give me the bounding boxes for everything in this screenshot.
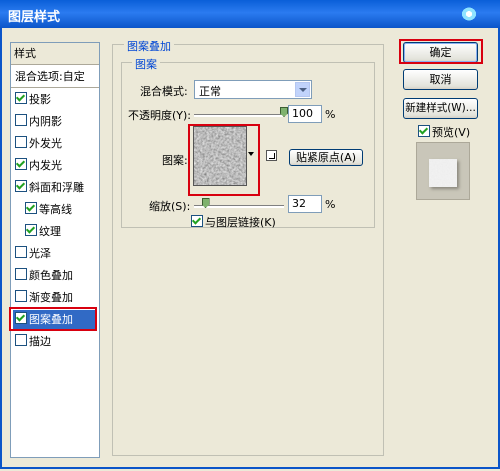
checkbox-icon[interactable] bbox=[15, 246, 27, 258]
style-item-label: 投影 bbox=[29, 93, 51, 106]
style-item-label: 外发光 bbox=[29, 137, 62, 150]
link-layer-option[interactable]: 与图层链接(K) bbox=[191, 214, 276, 230]
link-layer-checkbox[interactable] bbox=[191, 215, 203, 227]
style-item-texture[interactable]: 纹理 bbox=[25, 222, 97, 242]
styles-list: 样式 混合选项:自定 投影 内阴影 外发光 内发光 斜面和浮雕 等高线 纹理 光… bbox=[10, 42, 100, 458]
style-item-label: 光泽 bbox=[29, 247, 51, 260]
style-item-inner-shadow[interactable]: 内阴影 bbox=[15, 112, 97, 132]
style-item-label: 纹理 bbox=[39, 225, 61, 238]
checkbox-icon[interactable] bbox=[15, 136, 27, 148]
window-title: 图层样式 bbox=[8, 10, 61, 25]
style-item-satin[interactable]: 光泽 bbox=[15, 244, 97, 264]
scale-input[interactable]: 32 bbox=[288, 195, 322, 213]
checkbox-icon[interactable] bbox=[25, 202, 37, 214]
scale-percent: % bbox=[325, 198, 336, 211]
highlight-box-pattern-overlay bbox=[9, 307, 97, 331]
group-title: 图案叠加 bbox=[124, 38, 174, 54]
blend-mode-value: 正常 bbox=[199, 85, 221, 98]
blend-mode-label: 混合模式: bbox=[140, 85, 188, 98]
styles-header: 样式 bbox=[11, 43, 99, 65]
chevron-down-icon[interactable] bbox=[295, 82, 310, 97]
checkbox-icon[interactable] bbox=[15, 92, 27, 104]
highlight-box-pattern bbox=[188, 124, 260, 196]
new-preset-icon[interactable] bbox=[266, 150, 277, 161]
style-item-inner-glow[interactable]: 内发光 bbox=[15, 156, 97, 176]
style-item-label: 渐变叠加 bbox=[29, 291, 73, 304]
style-item-label: 颜色叠加 bbox=[29, 269, 73, 282]
style-item-label: 内发光 bbox=[29, 159, 62, 172]
preview-checkbox[interactable] bbox=[418, 125, 430, 137]
style-preview bbox=[416, 142, 470, 200]
link-layer-label: 与图层链接(K) bbox=[205, 216, 276, 229]
snap-origin-button[interactable]: 贴紧原点(A) bbox=[289, 149, 363, 166]
checkbox-icon[interactable] bbox=[15, 114, 27, 126]
checkbox-icon[interactable] bbox=[15, 268, 27, 280]
style-item-label: 等高线 bbox=[39, 203, 72, 216]
checkbox-icon[interactable] bbox=[15, 290, 27, 302]
style-item-color-overlay[interactable]: 颜色叠加 bbox=[15, 266, 97, 286]
title-bar[interactable]: 图层样式 bbox=[0, 0, 500, 28]
style-item-label: 描边 bbox=[29, 335, 51, 348]
opacity-slider[interactable] bbox=[194, 114, 284, 117]
scale-label: 缩放(S): bbox=[149, 200, 191, 213]
preview-label: 预览(V) bbox=[432, 126, 471, 139]
checkbox-icon[interactable] bbox=[15, 158, 27, 170]
preview-thumbnail bbox=[429, 159, 457, 187]
blend-options-item[interactable]: 混合选项:自定 bbox=[15, 67, 97, 87]
style-item-contour[interactable]: 等高线 bbox=[25, 200, 97, 220]
preview-option[interactable]: 预览(V) bbox=[418, 124, 470, 140]
opacity-percent: % bbox=[325, 108, 336, 121]
new-style-button[interactable]: 新建样式(W)... bbox=[403, 98, 478, 119]
blend-mode-select[interactable]: 正常 bbox=[194, 80, 312, 99]
style-item-label: 斜面和浮雕 bbox=[29, 181, 84, 194]
opacity-input[interactable]: 100 bbox=[288, 105, 322, 123]
style-item-gradient-overlay[interactable]: 渐变叠加 bbox=[15, 288, 97, 308]
list-divider bbox=[11, 87, 99, 88]
highlight-box-ok bbox=[399, 39, 483, 64]
checkbox-icon[interactable] bbox=[15, 180, 27, 192]
pattern-label: 图案: bbox=[162, 154, 188, 167]
subgroup-title: 图案 bbox=[132, 56, 160, 72]
checkbox-icon[interactable] bbox=[15, 334, 27, 346]
checkbox-icon[interactable] bbox=[25, 224, 37, 236]
style-item-stroke[interactable]: 描边 bbox=[15, 332, 97, 352]
opacity-label: 不透明度(Y): bbox=[128, 109, 192, 122]
style-item-bevel-emboss[interactable]: 斜面和浮雕 bbox=[15, 178, 97, 198]
style-item-outer-glow[interactable]: 外发光 bbox=[15, 134, 97, 154]
logo-icon bbox=[458, 4, 480, 24]
cancel-button[interactable]: 取消 bbox=[403, 69, 478, 90]
style-item-drop-shadow[interactable]: 投影 bbox=[15, 90, 97, 110]
style-item-label: 内阴影 bbox=[29, 115, 62, 128]
